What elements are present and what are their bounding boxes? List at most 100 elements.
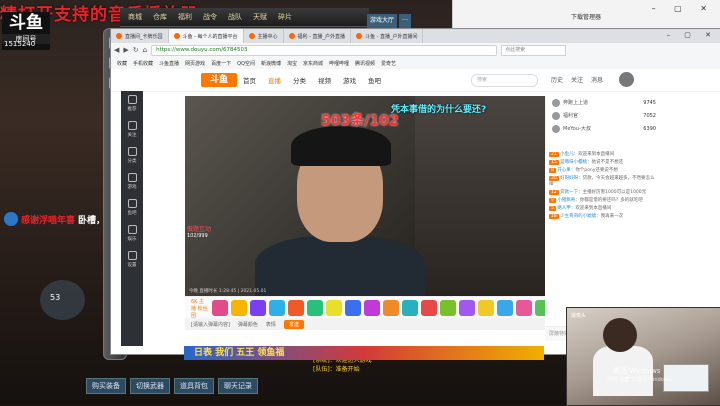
send-button[interactable]: 发送 xyxy=(283,319,304,329)
game-menu-warehouse[interactable]: 仓库 xyxy=(149,12,171,22)
event-banner[interactable]: 日表 我们 五王 领鱼福 xyxy=(184,346,544,360)
nav-live[interactable]: 直播 xyxy=(268,75,281,85)
sidebar-item-game[interactable]: 游戏 xyxy=(121,169,143,195)
fan-club-label[interactable]: 6K 主播 粉丝团 xyxy=(191,298,208,319)
douyu-sidebar: 推荐 关注 分类 游戏 鱼吧 娱乐 设置 xyxy=(121,91,143,346)
game-menu-shop[interactable]: 商城 xyxy=(124,12,146,22)
user-avatar[interactable] xyxy=(619,72,634,87)
home-icon[interactable]: ⌂ xyxy=(143,46,147,54)
live-video-player[interactable]: 503条/102 凭本事借的为什么要还? 做题互动 102/999 今晚 直播时… xyxy=(185,96,545,296)
star-icon xyxy=(127,225,137,234)
bookmark-item[interactable]: 网页游戏 xyxy=(185,60,205,67)
gift-item-icon[interactable] xyxy=(231,300,247,316)
bookmark-item[interactable]: 腾讯视频 xyxy=(355,60,375,67)
window-controls[interactable]: – ▢ ✕ xyxy=(667,31,717,39)
bookmark-item[interactable]: 京东商城 xyxy=(303,60,323,67)
tab-favicon-icon xyxy=(356,33,362,39)
bookmark-item[interactable]: 手机收藏 xyxy=(133,60,153,67)
game-more-tab[interactable]: … xyxy=(399,14,412,28)
tab-favicon-icon xyxy=(288,33,295,39)
gift-item-icon[interactable] xyxy=(326,300,342,316)
gift-item-icon[interactable] xyxy=(421,300,437,316)
douyu-header-right: 历史 关注 消息 xyxy=(551,75,603,84)
chat-message: 15 蓝莓味小樱桃：他说不是不想还 xyxy=(549,160,624,165)
chat-message: 20 好呀好呀：贷款，今天会越来越多，不然要怎么样 xyxy=(549,176,655,187)
gift-item-icon[interactable] xyxy=(497,300,513,316)
bookmark-item[interactable]: 哔哩哔哩 xyxy=(329,60,349,67)
gift-item-icon[interactable] xyxy=(307,300,323,316)
bookmark-item[interactable]: 新浪微博 xyxy=(261,60,281,67)
sidebar-item-recommend[interactable]: 推荐 xyxy=(121,91,143,117)
game-menu-team[interactable]: 战队 xyxy=(224,12,246,22)
gift-item-icon[interactable] xyxy=(440,300,456,316)
game-buy-button[interactable]: 购买装备 xyxy=(86,378,126,394)
gift-item-icon[interactable] xyxy=(345,300,361,316)
browser-tab[interactable]: 主播中心 xyxy=(244,29,284,43)
minimap-value: 53 xyxy=(50,293,61,302)
gift-item-icon[interactable] xyxy=(459,300,475,316)
gift-item-icon[interactable] xyxy=(383,300,399,316)
follow-link[interactable]: 关注 xyxy=(571,75,583,84)
game-menu-welfare[interactable]: 福利 xyxy=(174,12,196,22)
gift-item-icon[interactable] xyxy=(364,300,380,316)
bookmark-item[interactable]: 收藏 xyxy=(117,60,127,67)
game-switch-weapon-button[interactable]: 切换武器 xyxy=(130,378,170,394)
game-minimap xyxy=(40,280,85,320)
background-window-controls[interactable]: – ▢ ✕ xyxy=(652,4,715,13)
tab-favicon-icon xyxy=(116,33,122,39)
nav-home[interactable]: 首页 xyxy=(243,75,256,85)
sidebar-item-settings[interactable]: 设置 xyxy=(121,247,143,273)
room-id: 1515240 xyxy=(4,40,36,48)
danmu-avatar xyxy=(4,212,18,226)
gift-item-icon[interactable] xyxy=(269,300,285,316)
game-bag-button[interactable]: 道具背包 xyxy=(174,378,214,394)
gift-item-icon[interactable] xyxy=(402,300,418,316)
history-link[interactable]: 历史 xyxy=(551,75,563,84)
chat-message: 8 开心果：你个pony还要说不想 xyxy=(549,168,618,173)
gift-item-icon[interactable] xyxy=(478,300,494,316)
forward-icon[interactable]: ▶ xyxy=(123,46,128,54)
gift-item-icon[interactable] xyxy=(250,300,266,316)
sidebar-item-follow[interactable]: 关注 xyxy=(121,117,143,143)
browser-tab[interactable]: 福利 - 直播_户外直播 xyxy=(284,29,351,43)
message-link[interactable]: 消息 xyxy=(591,75,603,84)
bookmark-item[interactable]: 爱奇艺 xyxy=(381,60,396,67)
game-chatlog-button[interactable]: 聊天记录 xyxy=(218,378,258,394)
nav-video[interactable]: 视频 xyxy=(318,75,331,85)
refresh-icon[interactable]: ↻ xyxy=(133,46,139,54)
gift-item-icon[interactable] xyxy=(212,300,228,316)
rank-row[interactable]: 奔跑上上道 9745 xyxy=(546,96,662,109)
bookmark-item[interactable]: QQ空间 xyxy=(237,60,255,67)
rank-row[interactable]: MeYou-大叔 6390 xyxy=(546,122,662,135)
back-icon[interactable]: ◀ xyxy=(114,46,119,54)
url-input[interactable]: https://www.douyu.com/6784503 xyxy=(151,44,498,56)
bookmark-item[interactable]: 淘宝 xyxy=(287,60,297,67)
game-menu-talent[interactable]: 天赋 xyxy=(249,12,271,22)
browser-tab[interactable]: 直播间_卡牌乐园 xyxy=(111,29,169,43)
browser-tabbar: 直播间_卡牌乐园 斗鱼 - 每个人的直播平台 主播中心 福利 - 直播_户外直播… xyxy=(111,29,720,43)
sidebar-item-category[interactable]: 分类 xyxy=(121,143,143,169)
bookmark-item[interactable]: 斗鱼直播 xyxy=(159,60,179,67)
windows-activation-watermark: 激活 Windows xyxy=(613,367,661,375)
game-lobby-tab[interactable]: 游戏大厅 xyxy=(367,14,398,28)
game-menu-battlepass[interactable]: 战令 xyxy=(199,12,221,22)
browser-search-input[interactable]: 点此搜索 xyxy=(501,44,567,56)
nav-game[interactable]: 游戏 xyxy=(343,75,356,85)
rank-row[interactable]: 福利官 7052 xyxy=(546,109,662,122)
emoji-option[interactable]: 表情 xyxy=(266,321,276,328)
nav-yuba[interactable]: 鱼吧 xyxy=(368,75,381,85)
game-menu-fragments[interactable]: 碎片 xyxy=(274,12,296,22)
douyu-logo[interactable]: 斗鱼 xyxy=(201,73,237,87)
douyu-search-input[interactable]: 搜索 xyxy=(471,74,538,87)
bookmark-item[interactable]: 百度一下 xyxy=(211,60,231,67)
sidebar-item-ent[interactable]: 娱乐 xyxy=(121,221,143,247)
sidebar-item-yuba[interactable]: 鱼吧 xyxy=(121,195,143,221)
nav-category[interactable]: 分类 xyxy=(293,75,306,85)
gift-item-icon[interactable] xyxy=(288,300,304,316)
tab-label: 斗鱼 - 每个人的直播平台 xyxy=(182,33,238,40)
browser-tab[interactable]: 斗鱼 - 直播_户外直播间 xyxy=(351,29,424,43)
gift-item-icon[interactable] xyxy=(516,300,532,316)
danmu-input[interactable]: [请输入弹幕内容] xyxy=(191,321,230,328)
danmu-color-option[interactable]: 弹幕颜色 xyxy=(238,321,258,328)
browser-tab-active[interactable]: 斗鱼 - 每个人的直播平台 xyxy=(168,29,244,43)
